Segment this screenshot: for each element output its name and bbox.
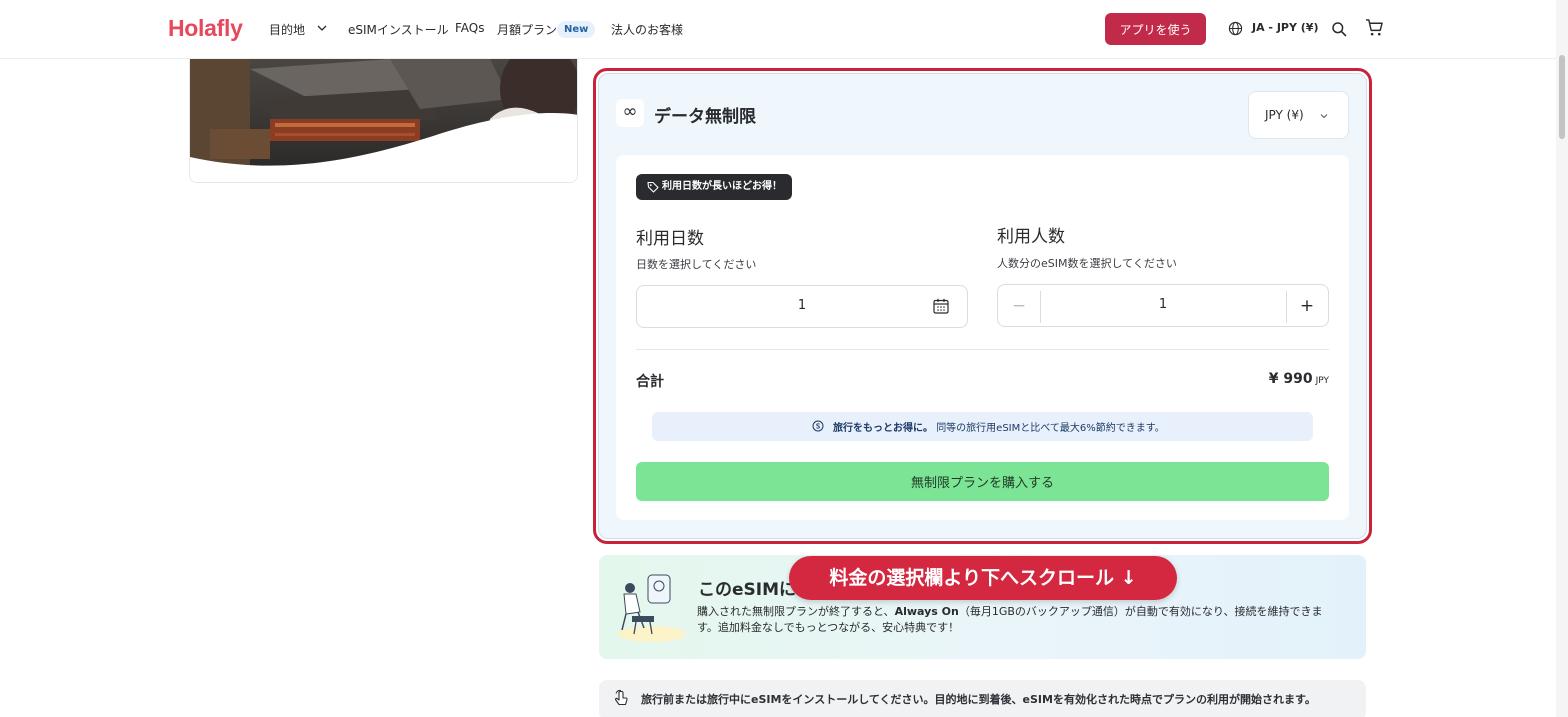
days-picker[interactable]: 1 <box>636 285 968 328</box>
cart-icon[interactable] <box>1365 18 1384 37</box>
price-tag-icon <box>647 181 659 193</box>
always-on-name: Always On <box>894 605 959 618</box>
traveler-illustration <box>618 574 686 642</box>
longer-stay-savings-tag: 利用日数が長いほどお得！ <box>636 174 792 200</box>
always-on-body: 購入された無制限プランが終了すると、Always On（毎月1GBのバックアップ… <box>697 604 1342 636</box>
new-badge: New <box>557 21 596 38</box>
buy-unlimited-plan-button[interactable]: 無制限プランを購入する <box>636 462 1329 501</box>
holafly-logo[interactable]: Holafly <box>168 15 243 42</box>
chevron-down-icon <box>1320 114 1328 119</box>
savings-detail: 同等の旅行用eSIMと比べて最大6%節約できます。 <box>936 423 1165 434</box>
plan-title: データ無制限 <box>654 107 756 127</box>
always-on-body-pre: 購入された無制限プランが終了すると、 <box>697 605 895 618</box>
savings-text: 旅行をもっとお得に。 同等の旅行用eSIMと比べて最大6%節約できます。 <box>833 419 1165 434</box>
scroll-hint-overlay: 料金の選択欄より下へスクロール ↓ <box>789 556 1177 600</box>
nav-esim-install[interactable]: eSIMインストール <box>348 21 449 38</box>
page: Holafly 目的地 eSIMインストール FAQs 月額プラン New 法人… <box>0 0 1568 717</box>
people-title: 利用人数 <box>997 227 1065 247</box>
nav-business[interactable]: 法人のお客様 <box>611 21 683 38</box>
divider <box>636 349 1329 350</box>
destination-photo <box>190 59 577 182</box>
coin-icon <box>812 420 824 432</box>
total-currency: JPY <box>1315 376 1329 386</box>
destination-image-card <box>189 59 578 183</box>
language-selector[interactable]: JA - JPY (¥) <box>1252 21 1319 34</box>
infinity-icon: ∞ <box>616 99 644 127</box>
scrollbar-thumb[interactable] <box>1559 55 1565 139</box>
people-subtitle: 人数分のeSIM数を選択してください <box>997 257 1177 270</box>
top-nav: Holafly 目的地 eSIMインストール FAQs 月額プラン New 法人… <box>0 0 1556 59</box>
use-app-button[interactable]: アプリを使う <box>1105 13 1206 45</box>
people-value[interactable]: 1 <box>998 297 1328 312</box>
currency-select[interactable]: JPY (¥) <box>1248 91 1349 139</box>
calendar-icon[interactable] <box>932 297 950 315</box>
total-label: 合計 <box>636 374 664 390</box>
days-value: 1 <box>797 298 807 313</box>
days-title: 利用日数 <box>636 229 704 249</box>
stepper-divider <box>1286 291 1287 323</box>
savings-headline: 旅行をもっとお得に。 <box>833 423 933 434</box>
stepper-divider <box>1040 291 1041 323</box>
tap-hand-icon <box>614 689 628 706</box>
days-subtitle: 日数を選択してください <box>636 258 757 271</box>
always-on-title: このeSIMに <box>698 580 797 600</box>
chevron-down-icon[interactable] <box>316 22 328 34</box>
nav-destinations[interactable]: 目的地 <box>269 21 305 38</box>
page-scrollbar[interactable] <box>1556 0 1568 717</box>
people-stepper: 1 <box>997 284 1329 327</box>
total-amount: ¥ 990 <box>1268 371 1313 387</box>
total-price: ¥ 990 JPY <box>1269 371 1329 387</box>
install-note-text: 旅行前または旅行中にeSIMをインストールしてください。目的地に到着後、eSIM… <box>641 693 1316 706</box>
nav-faqs[interactable]: FAQs <box>455 21 485 35</box>
globe-icon[interactable] <box>1228 21 1243 36</box>
search-icon[interactable] <box>1331 21 1347 37</box>
nav-monthly-plan[interactable]: 月額プラン <box>497 21 557 38</box>
decrement-button[interactable]: − <box>1007 295 1031 317</box>
currency-select-value: JPY (¥) <box>1265 108 1304 122</box>
increment-button[interactable]: + <box>1295 295 1319 317</box>
